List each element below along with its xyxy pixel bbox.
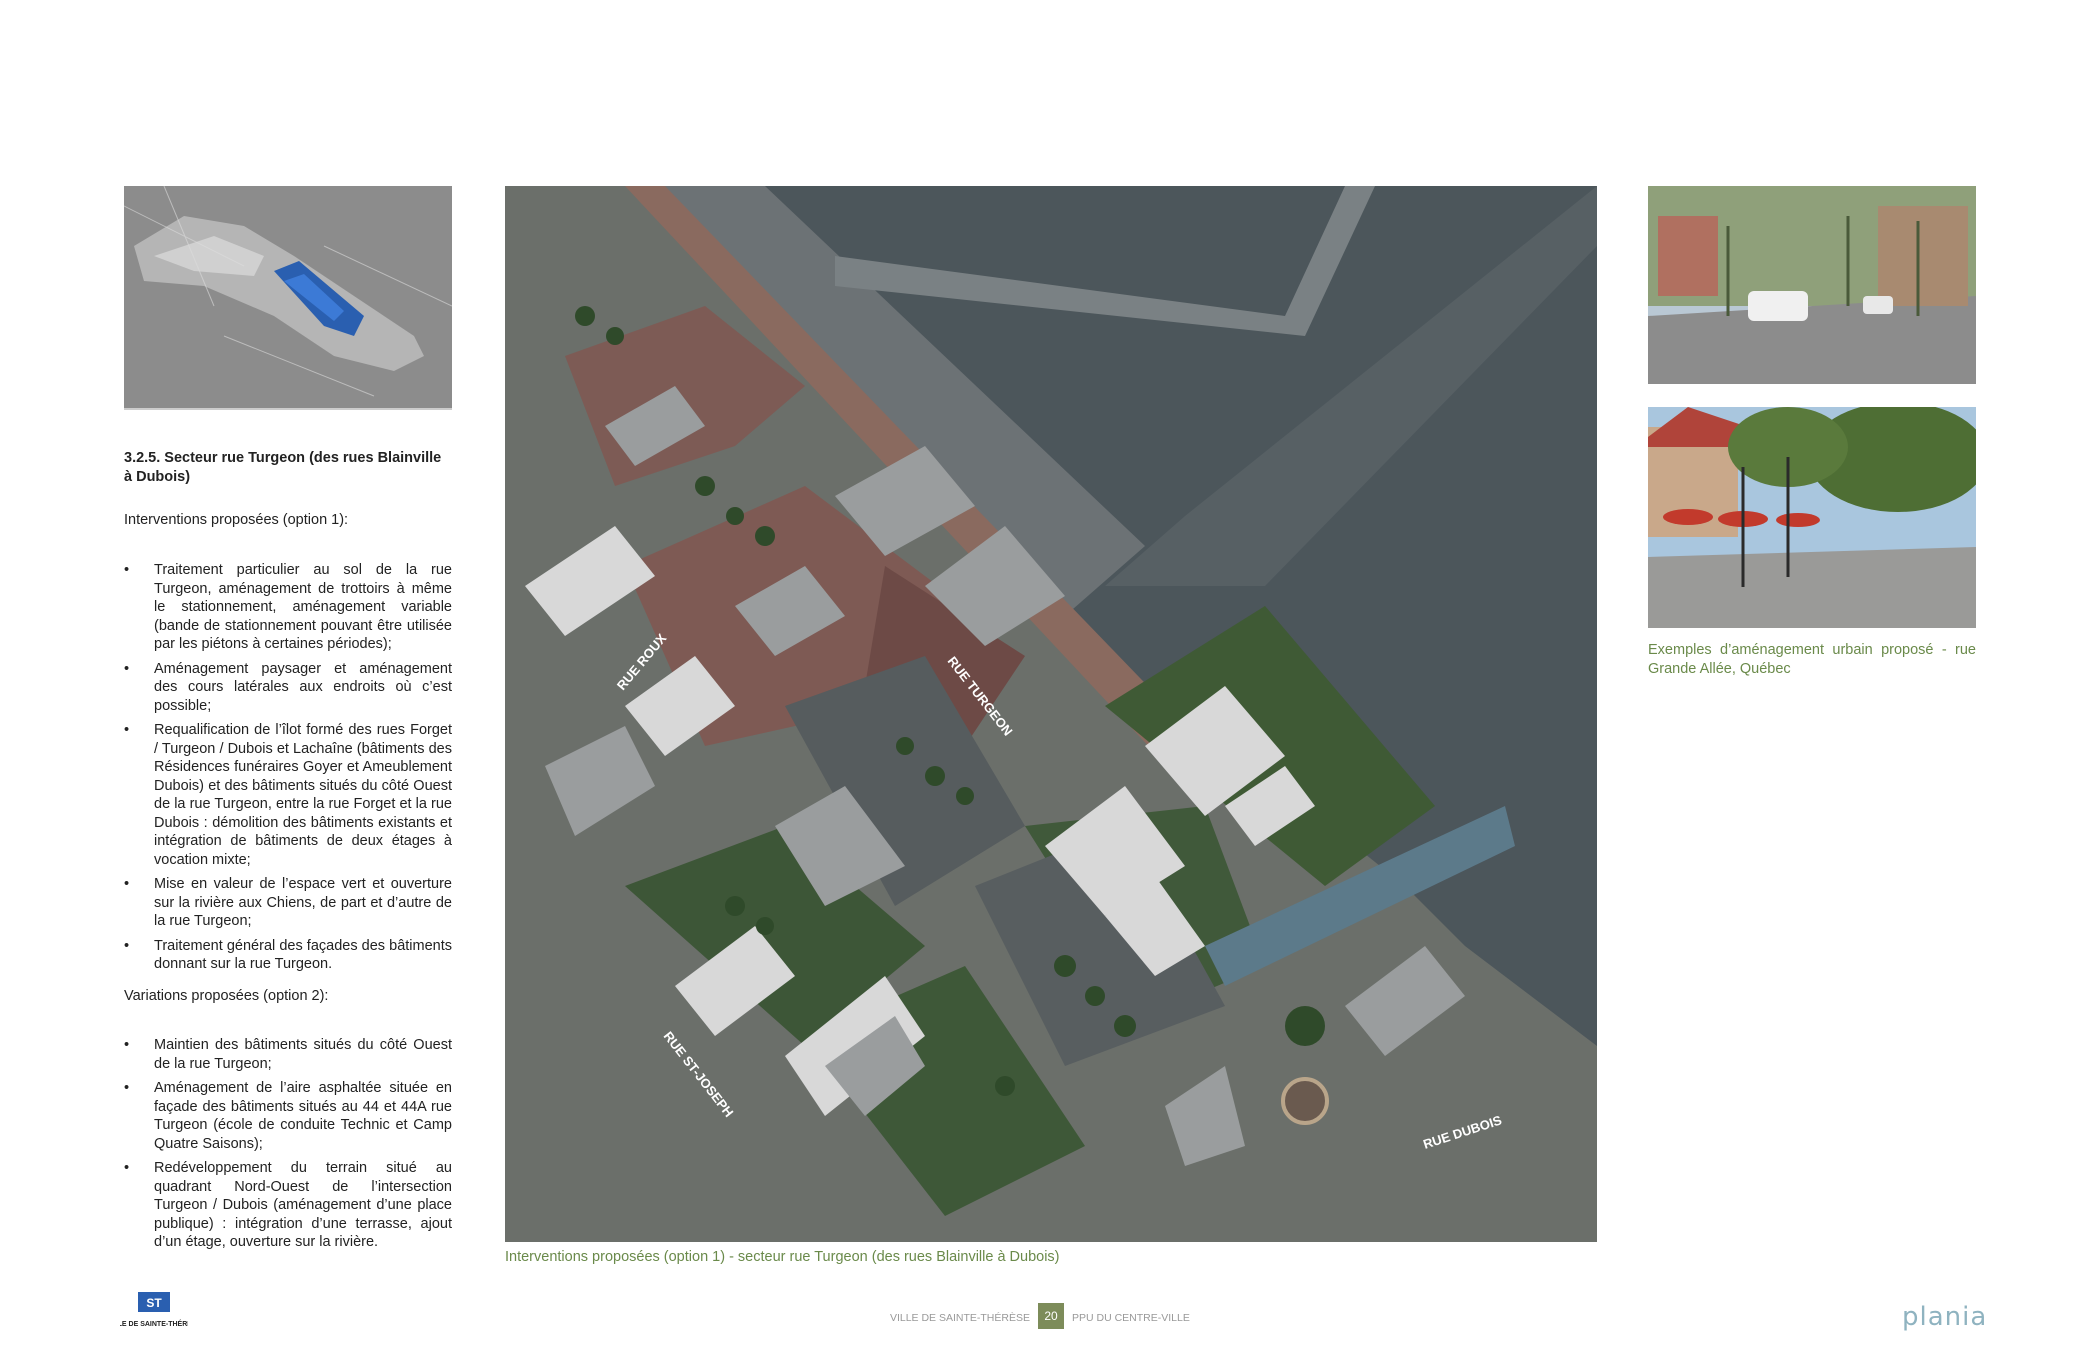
page-number: 20 — [1038, 1303, 1064, 1329]
site-plan-image: RUE ROUX RUE TURGEON RUE ST-JOSEPH RUE D… — [505, 186, 1597, 1242]
firm-logo: plania — [1902, 1302, 1988, 1332]
footer-document: PPU DU CENTRE-VILLE — [1072, 1312, 1190, 1324]
option1-heading: Interventions proposées (option 1): — [124, 512, 349, 528]
photo-caption: Exemples d’aménagement urbain proposé - … — [1648, 642, 1976, 677]
city-logo: ST VILLE DE SAINTE-THÉRÈSE — [107, 1292, 202, 1330]
option2-heading: Variations proposées (option 2): — [124, 988, 329, 1004]
list-item: Aménagement de l’aire asphaltée située e… — [124, 1079, 452, 1153]
list-item: Traitement particulier au sol de la rue … — [124, 561, 452, 654]
section-title: 3.2.5. Secteur rue Turgeon (des rues Bla… — [124, 450, 442, 485]
list-item: Traitement général des façades des bâtim… — [124, 937, 452, 974]
option1-list: Traitement particulier au sol de la rue … — [124, 561, 452, 980]
list-item: Aménagement paysager et aménagement des … — [124, 660, 452, 716]
svg-text:ST: ST — [146, 1296, 162, 1310]
list-item: Redéveloppement du terrain situé au quad… — [124, 1159, 452, 1252]
svg-text:VILLE DE SAINTE-THÉRÈSE: VILLE DE SAINTE-THÉRÈSE — [120, 1319, 188, 1328]
key-map-image — [124, 186, 452, 410]
street-photo-1 — [1648, 186, 1976, 384]
list-item: Mise en valeur de l’espace vert et ouver… — [124, 875, 452, 931]
list-item: Maintien des bâtiments situés du côté Ou… — [124, 1036, 452, 1073]
option2-list: Maintien des bâtiments situés du côté Ou… — [124, 1036, 452, 1258]
footer-city: VILLE DE SAINTE-THÉRÈSE — [889, 1312, 1030, 1324]
plan-caption: Interventions proposées (option 1) - sec… — [505, 1249, 1060, 1265]
list-item: Requalification de l’îlot formé des rues… — [124, 721, 452, 869]
street-photo-2 — [1648, 407, 1976, 628]
